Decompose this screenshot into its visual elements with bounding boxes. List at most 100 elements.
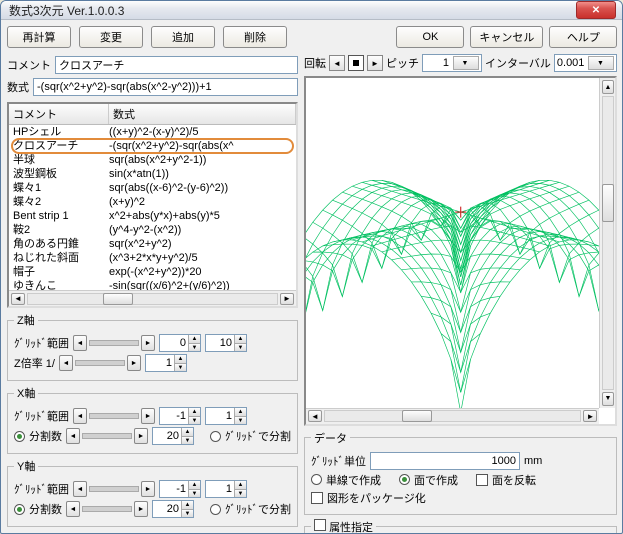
x-max-spin[interactable]: ▲▼ — [205, 407, 247, 425]
add-button[interactable]: 追加 — [151, 26, 215, 48]
hscroll-track[interactable] — [324, 410, 581, 422]
x-div-label: 分割数 — [29, 428, 62, 444]
table-row[interactable]: 鞍2(y^4-y^2-(x^2)) — [9, 223, 296, 237]
x-div-radio[interactable] — [14, 431, 25, 442]
pitch-select[interactable]: 1▼ — [422, 54, 482, 72]
z-scale-slider[interactable]: ◄► — [59, 355, 141, 371]
surface-plot — [306, 78, 615, 424]
y-griddiv-label: ｸﾞﾘｯﾄﾞで分割 — [225, 501, 291, 517]
data-group: データ ｸﾞﾘｯﾄﾞ単位 mm 単線で作成 面で作成 面を反転 — [304, 430, 617, 515]
y-div-spin[interactable]: ▲▼ — [152, 500, 194, 518]
help-button[interactable]: ヘルプ — [549, 26, 617, 48]
rotate-stop-button[interactable] — [348, 55, 364, 71]
rotate-next-button[interactable]: ► — [367, 55, 383, 71]
scroll-left-icon[interactable]: ◄ — [11, 293, 25, 305]
y-range-slider[interactable]: ◄► — [73, 481, 155, 497]
grid-unit-suffix: mm — [524, 455, 542, 467]
package-label: 図形をパッケージ化 — [327, 490, 426, 506]
hscroll-right-icon[interactable]: ► — [583, 410, 597, 422]
rotation-row: 回転 ◄ ► ピッチ 1▼ インターバル 0.001▼ — [304, 54, 617, 72]
table-row[interactable]: 蝶々2(x+y)^2 — [9, 195, 296, 209]
left-panel: 再計算 変更 追加 削除 コメント 数式 コメント 数式 HPシェル((x+y)… — [7, 26, 298, 534]
hscroll-left-icon[interactable]: ◄ — [308, 410, 322, 422]
comment-label: コメント — [7, 57, 51, 73]
single-line-radio[interactable] — [311, 474, 322, 485]
package-checkbox[interactable] — [311, 492, 323, 504]
cancel-button[interactable]: キャンセル — [470, 26, 543, 48]
x-div-spin[interactable]: ▲▼ — [152, 427, 194, 445]
table-row[interactable]: 蝶々1sqr(abs((x-6)^2-(y-6)^2)) — [9, 181, 296, 195]
z-min-spin[interactable]: ▲▼ — [159, 334, 201, 352]
comment-input[interactable] — [55, 56, 298, 74]
hscroll-track[interactable] — [27, 293, 278, 305]
table-row[interactable]: クロスアーチ-(sqr(x^2+y^2)-sqr(abs(x^ — [9, 139, 296, 153]
ok-button[interactable]: OK — [396, 26, 464, 48]
viewport-vscroll[interactable]: ▲ ▼ — [599, 78, 615, 408]
table-row[interactable]: 波型鋼板sin(x*atn(1)) — [9, 167, 296, 181]
x-min-spin[interactable]: ▲▼ — [159, 407, 201, 425]
grid-unit-label: ｸﾞﾘｯﾄﾞ単位 — [311, 453, 366, 469]
flip-face-checkbox[interactable] — [476, 474, 488, 486]
hscroll-thumb[interactable] — [103, 293, 133, 305]
table-row[interactable]: 角のある円錐sqr(x^2+y^2) — [9, 237, 296, 251]
pitch-label: ピッチ — [386, 55, 419, 71]
list-body[interactable]: HPシェル((x+y)^2-(x-y)^2)/5クロスアーチ-(sqr(x^2+… — [9, 125, 296, 290]
delete-button[interactable]: 削除 — [223, 26, 287, 48]
rotation-label: 回転 — [304, 55, 326, 71]
x-range-slider[interactable]: ◄► — [73, 408, 155, 424]
z-legend: Z軸 — [14, 312, 38, 328]
table-row[interactable]: 帽子exp(-(x^2+y^2))*20 — [9, 265, 296, 279]
z-axis-group: Z軸 ｸﾞﾘｯﾄﾞ範囲 ◄► ▲▼ ▲▼ Z倍率 1/ ◄► ▲▼ — [7, 312, 298, 381]
y-div-slider[interactable]: ◄► — [66, 501, 148, 517]
z-max-spin[interactable]: ▲▼ — [205, 334, 247, 352]
rotate-prev-button[interactable]: ◄ — [329, 55, 345, 71]
vscroll-down-icon[interactable]: ▼ — [602, 392, 614, 406]
titlebar[interactable]: 数式3次元 Ver.1.0.0.3 ✕ — [1, 1, 622, 20]
attr-enable-checkbox[interactable] — [314, 519, 326, 531]
change-button[interactable]: 変更 — [79, 26, 143, 48]
data-legend: データ — [311, 430, 350, 446]
y-min-spin[interactable]: ▲▼ — [159, 480, 201, 498]
z-scale-spin[interactable]: ▲▼ — [145, 354, 187, 372]
table-row[interactable]: HPシェル((x+y)^2-(x-y)^2)/5 — [9, 125, 296, 139]
x-legend: X軸 — [14, 385, 38, 401]
z-range-slider[interactable]: ◄► — [73, 335, 155, 351]
surface-radio[interactable] — [399, 474, 410, 485]
expr-input[interactable] — [33, 78, 298, 96]
y-div-label: 分割数 — [29, 501, 62, 517]
viewport-hscroll[interactable]: ◄ ► — [306, 408, 599, 424]
vscroll-up-icon[interactable]: ▲ — [602, 80, 614, 94]
z-scale-label: Z倍率 1/ — [14, 355, 55, 371]
recalc-button[interactable]: 再計算 — [7, 26, 71, 48]
y-axis-group: Y軸 ｸﾞﾘｯﾄﾞ範囲 ◄► ▲▼ ▲▼ 分割数 ◄► ▲▼ ｸﾞﾘｯﾄﾞで分割 — [7, 458, 298, 527]
list-hscroll[interactable]: ◄ ► — [9, 290, 296, 306]
y-griddiv-radio[interactable] — [210, 504, 221, 515]
list-col-expr[interactable]: 数式 — [109, 104, 296, 124]
x-griddiv-radio[interactable] — [210, 431, 221, 442]
vscroll-track[interactable] — [602, 96, 614, 390]
table-row[interactable]: ゆきんこ-sin(sqr((x/6)^2+(y/6)^2)) — [9, 279, 296, 290]
table-row[interactable]: ねじれた斜面(x^3+2*x*y+y^2)/5 — [9, 251, 296, 265]
y-grid-range-label: ｸﾞﾘｯﾄﾞ範囲 — [14, 481, 69, 497]
x-grid-range-label: ｸﾞﾘｯﾄﾞ範囲 — [14, 408, 69, 424]
grid-unit-input[interactable] — [370, 452, 520, 470]
y-div-radio[interactable] — [14, 504, 25, 515]
single-line-label: 単線で作成 — [326, 472, 381, 488]
vscroll-thumb[interactable] — [602, 184, 614, 222]
client-area: 再計算 変更 追加 削除 コメント 数式 コメント 数式 HPシェル((x+y)… — [1, 20, 622, 534]
right-panel: OK キャンセル ヘルプ 回転 ◄ ► ピッチ 1▼ インターバル 0.001▼… — [304, 26, 617, 534]
hscroll-thumb[interactable] — [402, 410, 432, 422]
viewport-3d[interactable]: ▲ ▼ ◄ ► — [304, 76, 617, 426]
table-row[interactable]: Bent strip 1x^2+abs(y*x)+abs(y)*5 — [9, 209, 296, 223]
window-title: 数式3次元 Ver.1.0.0.3 — [9, 2, 576, 19]
formula-list[interactable]: コメント 数式 HPシェル((x+y)^2-(x-y)^2)/5クロスアーチ-(… — [7, 102, 298, 308]
close-button[interactable]: ✕ — [576, 1, 616, 19]
scroll-right-icon[interactable]: ► — [280, 293, 294, 305]
table-row[interactable]: 半球sqr(abs(x^2+y^2-1)) — [9, 153, 296, 167]
list-col-comment[interactable]: コメント — [9, 104, 109, 124]
interval-select[interactable]: 0.001▼ — [554, 54, 618, 72]
attr-legend: 属性指定 — [311, 519, 376, 534]
interval-label: インターバル — [485, 55, 551, 71]
x-div-slider[interactable]: ◄► — [66, 428, 148, 444]
y-max-spin[interactable]: ▲▼ — [205, 480, 247, 498]
